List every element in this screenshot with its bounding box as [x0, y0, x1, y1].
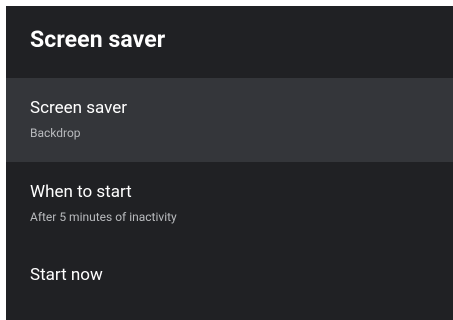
setting-item-label: Screen saver — [30, 98, 128, 118]
setting-item-screen-saver[interactable]: Screen saver Backdrop — [6, 78, 453, 162]
setting-item-when-to-start[interactable]: When to start After 5 minutes of inactiv… — [6, 162, 453, 246]
setting-item-label: When to start — [30, 182, 132, 202]
setting-item-label: Start now — [30, 265, 103, 285]
setting-item-start-now[interactable]: Start now — [6, 246, 453, 304]
settings-panel: Screen saver Screen saver Backdrop When … — [6, 6, 453, 320]
page-header: Screen saver — [6, 6, 453, 78]
page-title: Screen saver — [30, 25, 166, 53]
setting-item-value: Backdrop — [30, 126, 81, 140]
setting-item-value: After 5 minutes of inactivity — [30, 210, 177, 224]
